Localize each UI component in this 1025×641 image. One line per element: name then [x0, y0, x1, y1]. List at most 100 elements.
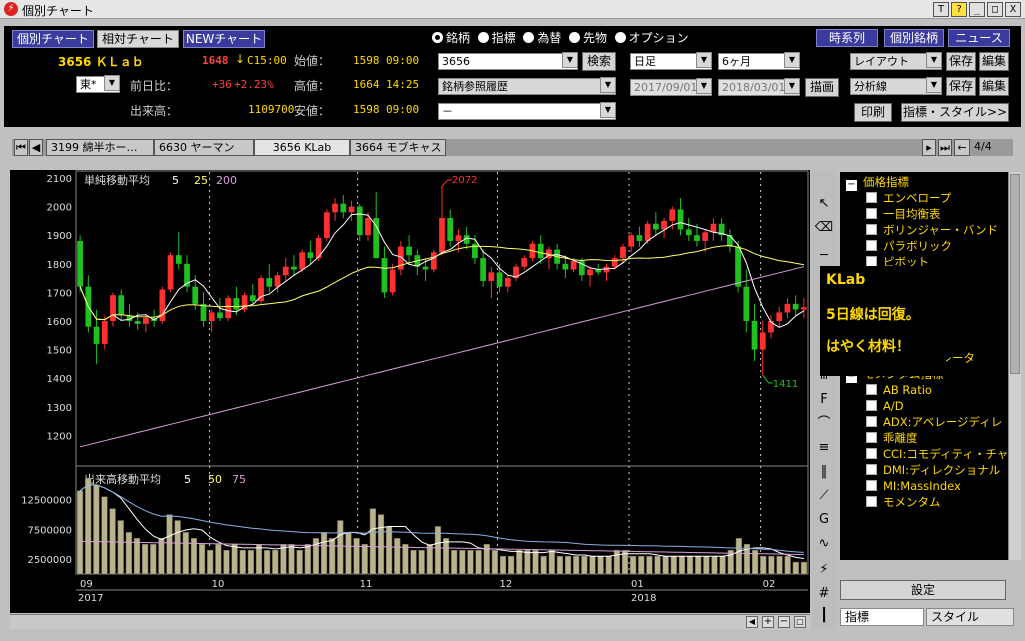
checkbox-icon[interactable]	[866, 416, 877, 427]
checkbox-icon[interactable]	[866, 400, 877, 411]
window-title: 個別チャート	[22, 4, 94, 18]
tree-item[interactable]: 一目均衡表	[866, 206, 941, 222]
checkbox-icon[interactable]	[866, 384, 877, 395]
indicator-style-button[interactable]: 指標・スタイル>>	[901, 103, 1009, 122]
retrace-icon[interactable]: ≡	[814, 438, 834, 458]
first-tab-icon[interactable]: ⏮	[14, 139, 28, 156]
tree-item[interactable]: CCI:コモディティ・チャ	[866, 446, 1008, 462]
collapse-icon[interactable]: −	[846, 180, 857, 191]
tree-item[interactable]: A/D	[866, 398, 904, 414]
eraser-icon[interactable]: ⌫	[814, 218, 834, 238]
search-button[interactable]: 検索	[582, 52, 616, 71]
checkbox-icon[interactable]	[866, 480, 877, 491]
tree-item[interactable]: DMI:ディレクショナル	[866, 462, 1000, 478]
minimize-button[interactable]: _	[969, 2, 985, 17]
from-date-select[interactable]: 2017/09/01 ▼	[630, 78, 712, 96]
tab-6630[interactable]: 6630 ヤーマン	[154, 139, 254, 156]
print-button[interactable]: 印刷	[854, 103, 892, 122]
tab-3656[interactable]: 3656 KLab	[254, 139, 350, 156]
blank-select[interactable]: － ▼	[438, 102, 616, 120]
tree-item[interactable]: ボリンジャー・バンド	[866, 222, 998, 238]
tree-item[interactable]: モメンタム	[866, 494, 941, 510]
prev-tab-icon[interactable]: ◀	[29, 139, 43, 156]
wave-icon[interactable]: ⚡	[814, 560, 834, 580]
news-button[interactable]: ニュース	[948, 29, 1010, 47]
exchange-select[interactable]: 東* ▼	[76, 75, 120, 93]
back-arrow-icon[interactable]: ←	[954, 139, 970, 156]
radio-futures[interactable]: 先物	[568, 31, 607, 45]
to-date-select[interactable]: 2018/03/01 ▼	[718, 78, 800, 96]
maximize-button[interactable]: □	[987, 2, 1003, 17]
radio-index[interactable]: 指標	[477, 31, 516, 45]
slope-icon[interactable]: ⟋	[814, 486, 834, 506]
fibo-time-icon[interactable]: ‖	[814, 462, 834, 482]
volume-bar	[711, 555, 718, 575]
checkbox-icon[interactable]	[866, 432, 877, 443]
settings-button[interactable]: 設定	[840, 580, 1006, 600]
text-mode-button[interactable]: T	[933, 2, 949, 17]
draw-button[interactable]: 描画	[805, 78, 839, 97]
zoom-in-icon[interactable]: +	[762, 616, 774, 628]
individual-brand-button[interactable]: 個別銘柄	[884, 29, 944, 47]
close-button[interactable]: X	[1005, 2, 1021, 17]
arc-icon[interactable]: ⌒	[814, 414, 834, 434]
save-analysis-button[interactable]: 保存	[946, 77, 976, 96]
fibo-icon[interactable]: F	[814, 390, 834, 410]
checkbox-icon[interactable]	[866, 224, 877, 235]
edit-layout-button[interactable]: 編集	[979, 52, 1009, 71]
relative-chart-button[interactable]: 相対チャート	[97, 30, 179, 48]
range-select[interactable]: 6ヶ月 ▼	[718, 52, 800, 70]
next-tab-icon[interactable]: ▸	[922, 139, 936, 156]
code-select[interactable]: 3656 ▼	[438, 52, 578, 70]
checkbox-icon[interactable]	[866, 448, 877, 459]
tree-item[interactable]: 乖離度	[866, 430, 918, 446]
radio-options[interactable]: オプション	[614, 31, 689, 45]
pointer-icon[interactable]: ↖	[814, 194, 834, 214]
line-icon[interactable]: ─	[814, 246, 834, 266]
tab-style[interactable]: スタイル	[926, 608, 1014, 626]
zoom-out-icon[interactable]: −	[778, 616, 790, 628]
checkbox-icon[interactable]	[866, 240, 877, 251]
history-select[interactable]: 銘柄参照履歴 ▼	[438, 77, 616, 95]
count-icon[interactable]: #	[814, 584, 834, 604]
volume-tick-label: 7500000	[27, 525, 72, 536]
tree-item[interactable]: パラボリック	[866, 238, 952, 254]
tree-item[interactable]: MI:MassIndex	[866, 478, 961, 494]
scroll-left-icon[interactable]: ◀	[746, 616, 758, 628]
checkbox-icon[interactable]	[866, 208, 877, 219]
checkbox-icon[interactable]	[866, 464, 877, 475]
chart-area[interactable]: 1200 1300 1400 1500 1600 1700 1800 1900 2000 2100…	[10, 170, 810, 613]
timeseries-button[interactable]: 時系列	[816, 29, 878, 47]
tree-group[interactable]: − 価格指標	[846, 174, 909, 191]
reset-icon[interactable]: □	[794, 616, 806, 628]
volume-bar	[418, 549, 425, 575]
individual-chart-button[interactable]: 個別チャート	[12, 30, 94, 48]
low-time: 09:00	[386, 103, 420, 116]
period-type-select[interactable]: 日足 ▼	[630, 52, 712, 70]
edit-analysis-button[interactable]: 編集	[979, 77, 1009, 96]
radio-forex[interactable]: 為替	[523, 31, 561, 45]
tree-item[interactable]: ADX:アベレージディレ	[866, 414, 1002, 430]
checkbox-icon[interactable]	[866, 192, 877, 203]
layout-select[interactable]: レイアウト ▼	[850, 52, 942, 70]
bars-icon[interactable]: ┃	[814, 606, 834, 626]
tree-item[interactable]: エンベロープ	[866, 190, 951, 206]
tab-indicator[interactable]: 指標	[840, 608, 924, 626]
gann-icon[interactable]: G	[814, 510, 834, 530]
last-tab-icon[interactable]: ⏭	[938, 139, 952, 156]
new-chart-button[interactable]: NEWチャート	[183, 30, 265, 48]
tab-3199[interactable]: 3199 綿半ホー…	[46, 139, 154, 156]
chart-scrollbar[interactable]: ◀ + − □	[10, 614, 810, 629]
save-layout-button[interactable]: 保存	[946, 52, 976, 71]
checkbox-icon[interactable]	[866, 496, 877, 507]
tab-3664[interactable]: 3664 モブキャス	[350, 139, 446, 156]
tree-scrollbar[interactable]	[1008, 172, 1021, 560]
help-button[interactable]: ?	[951, 2, 967, 17]
radio-brand[interactable]: 銘柄	[432, 31, 470, 45]
analysis-select[interactable]: 分析線 ▼	[850, 77, 942, 95]
tree-item[interactable]: AB Ratio	[866, 382, 932, 398]
scroll-thumb[interactable]	[1010, 174, 1020, 374]
year-label: 2017	[78, 593, 103, 604]
cycle-icon[interactable]: ∿	[814, 534, 834, 554]
radio-off-icon	[523, 32, 535, 43]
